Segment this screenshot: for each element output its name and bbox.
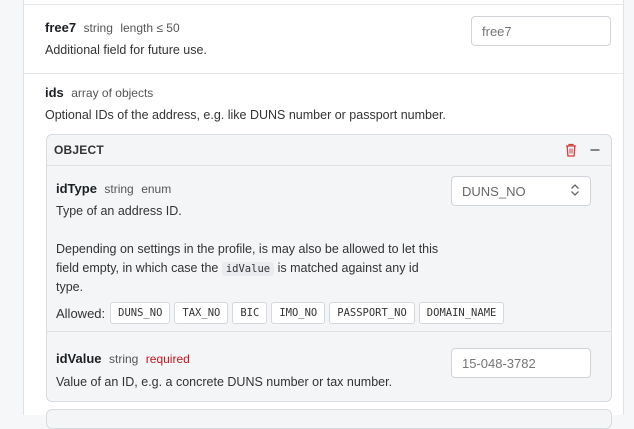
object-item-next bbox=[46, 409, 612, 429]
field-type: string bbox=[83, 21, 113, 35]
required-badge: required bbox=[145, 352, 190, 366]
field-type: string bbox=[108, 352, 139, 366]
field-description: Additional field for future use. bbox=[45, 43, 207, 57]
allowed-chip: DUNS_NO bbox=[110, 302, 171, 324]
field-row-idValue: idValue string required Value of an ID, … bbox=[47, 333, 611, 401]
field-name: idType bbox=[56, 181, 97, 196]
minus-icon[interactable] bbox=[589, 143, 601, 162]
select-value: DUNS_NO bbox=[462, 183, 526, 199]
idType-select[interactable]: DUNS_NO bbox=[451, 176, 591, 206]
schema-form-panel: free7 string length ≤ 50 Additional fiel… bbox=[23, 0, 624, 429]
field-constraint: length ≤ 50 bbox=[120, 21, 180, 35]
field-description: Optional IDs of the address, e.g. like D… bbox=[45, 108, 446, 122]
object-title: OBJECT bbox=[54, 143, 104, 157]
field-description: Value of an ID, e.g. a concrete DUNS num… bbox=[56, 375, 393, 389]
allowed-chip: DOMAIN_NAME bbox=[418, 302, 505, 324]
object-item: OBJECT idType string enum Type of an add… bbox=[46, 134, 612, 402]
free7-input[interactable] bbox=[471, 16, 611, 46]
field-name: idValue bbox=[56, 351, 102, 366]
idValue-input[interactable] bbox=[451, 348, 591, 378]
field-row-idType: idType string enum Type of an address ID… bbox=[47, 166, 611, 332]
field-name: free7 bbox=[45, 20, 77, 35]
allowed-values: Allowed: DUNS_NO TAX_NO BIC IMO_NO PASSP… bbox=[56, 302, 508, 324]
allowed-chip: IMO_NO bbox=[271, 302, 326, 324]
field-type: string bbox=[104, 182, 134, 196]
allowed-chip: PASSPORT_NO bbox=[329, 302, 415, 324]
field-header-ids: ids array of objects bbox=[45, 84, 153, 102]
object-header: OBJECT bbox=[47, 135, 611, 166]
trash-icon[interactable] bbox=[565, 143, 577, 162]
field-name: ids bbox=[45, 85, 64, 100]
inline-code: idValue bbox=[221, 261, 275, 276]
field-header-free7: free7 string length ≤ 50 bbox=[45, 19, 180, 37]
field-type: array of objects bbox=[71, 86, 154, 100]
chevron-updown-icon bbox=[570, 183, 580, 200]
field-description: Type of an address ID. bbox=[56, 204, 182, 218]
field-detail: Depending on settings in the profile, is… bbox=[56, 240, 448, 297]
allowed-chip: BIC bbox=[232, 302, 268, 324]
field-row-free7: free7 string length ≤ 50 Additional fiel… bbox=[24, 4, 623, 74]
allowed-label: Allowed: bbox=[56, 305, 106, 321]
allowed-chip: TAX_NO bbox=[174, 302, 229, 324]
field-header-idValue: idValue string required bbox=[56, 350, 190, 368]
field-enum: enum bbox=[141, 182, 172, 196]
field-header-idType: idType string enum bbox=[56, 180, 171, 198]
